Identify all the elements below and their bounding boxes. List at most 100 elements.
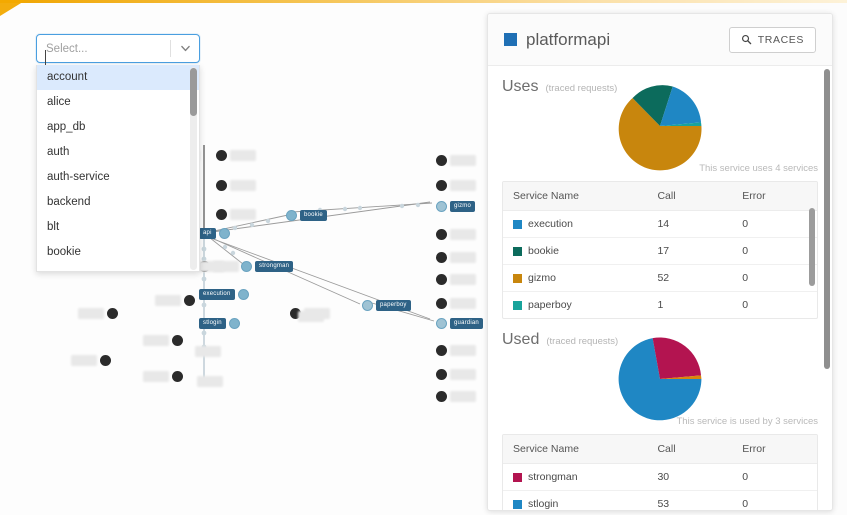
uses-caption: This service uses 4 services bbox=[699, 163, 818, 174]
used-pie-chart: This service is used by 3 services bbox=[502, 333, 819, 427]
node-dot-icon bbox=[436, 200, 447, 212]
graph-node-inactive[interactable]: ········ bbox=[436, 153, 476, 167]
node-dot-icon bbox=[172, 334, 183, 346]
select-dropdown-menu[interactable]: account alice app_db auth auth-service b… bbox=[36, 65, 200, 272]
uses-section: Uses (traced requests) This service uses… bbox=[488, 66, 832, 319]
graph-node-inactive[interactable]: ····· bbox=[284, 309, 324, 323]
graph-node-inactive[interactable]: ····· bbox=[436, 227, 476, 241]
node-dot-icon bbox=[172, 370, 183, 382]
graph-node-bookie[interactable]: bookie bbox=[286, 208, 327, 222]
graph-node-inactive[interactable]: ····· bbox=[436, 296, 476, 310]
traces-button-label: TRACES bbox=[757, 33, 804, 46]
uses-table: Service Name Call Error execution 14 0 b… bbox=[503, 182, 817, 318]
error-cell: 0 bbox=[732, 264, 817, 292]
service-swatch-icon bbox=[513, 472, 522, 482]
call-cell: 1 bbox=[657, 299, 664, 311]
graph-node-inactive[interactable]: ···· bbox=[436, 178, 476, 192]
column-service-name: Service Name bbox=[503, 182, 648, 211]
select-value-area[interactable]: Select... bbox=[37, 43, 170, 65]
select-control[interactable]: Select... bbox=[36, 34, 200, 65]
graph-node-execution[interactable]: execution bbox=[199, 287, 249, 301]
graph-node-inactive[interactable]: ······· bbox=[197, 374, 237, 388]
dropdown-scrollbar-thumb[interactable] bbox=[190, 68, 197, 116]
graph-node-inactive[interactable]: ····· bbox=[216, 207, 256, 221]
graph-node-inactive[interactable]: ···· bbox=[436, 367, 476, 381]
uses-pie-chart: This service uses 4 services bbox=[502, 80, 818, 174]
column-error: Error bbox=[732, 182, 817, 211]
chevron-down-icon[interactable] bbox=[171, 42, 199, 55]
select-option[interactable]: bookie bbox=[37, 240, 199, 265]
select-option[interactable]: app_db bbox=[37, 115, 199, 140]
graph-node-inactive[interactable]: ······· bbox=[143, 333, 183, 347]
used-caption: This service is used by 3 services bbox=[676, 416, 819, 427]
graph-node-inactive[interactable]: ······· bbox=[436, 272, 476, 286]
graph-node-inactive[interactable]: ···· bbox=[198, 259, 238, 273]
graph-node-inactive[interactable]: ···· bbox=[216, 178, 256, 192]
node-dot-icon bbox=[362, 299, 373, 311]
table-row[interactable]: bookie 17 0 bbox=[503, 237, 817, 265]
select-option[interactable]: blt bbox=[37, 215, 199, 240]
select-option[interactable]: alice bbox=[37, 90, 199, 115]
select-option[interactable]: account bbox=[37, 65, 199, 90]
column-service-name: Service Name bbox=[503, 435, 648, 464]
node-dot-icon bbox=[216, 208, 227, 220]
error-cell: 0 bbox=[732, 210, 817, 238]
node-dot-icon bbox=[436, 390, 447, 402]
uses-table-container[interactable]: Service Name Call Error execution 14 0 b… bbox=[502, 181, 818, 319]
service-swatch-icon bbox=[513, 273, 522, 283]
select-option[interactable]: auth-service bbox=[37, 165, 199, 190]
graph-node-label: api bbox=[199, 227, 216, 239]
table-row[interactable]: stlogin 53 0 bbox=[503, 491, 817, 510]
uses-table-scrollbar-thumb[interactable] bbox=[809, 208, 815, 286]
graph-node-inactive[interactable]: ··· bbox=[436, 250, 476, 264]
graph-node-stlogin[interactable]: stlogin bbox=[199, 316, 240, 330]
graph-node-inactive[interactable]: ···· bbox=[436, 343, 476, 357]
graph-node-strongman[interactable]: strongman bbox=[241, 259, 294, 273]
graph-node-inactive[interactable]: ········ bbox=[143, 369, 183, 383]
panel-scrollbar-thumb[interactable] bbox=[824, 69, 830, 369]
node-dot-icon bbox=[436, 344, 447, 356]
service-name-cell: strongman bbox=[528, 471, 578, 483]
select-option[interactable]: auth bbox=[37, 140, 199, 165]
graph-node-label: strongman bbox=[255, 260, 294, 272]
graph-node-inactive[interactable]: ····· bbox=[195, 344, 235, 358]
table-row[interactable]: gizmo 52 0 bbox=[503, 264, 817, 292]
used-table-body: strongman 30 0 stlogin 53 0 bbox=[503, 463, 817, 510]
panel-body[interactable]: Uses (traced requests) This service uses… bbox=[488, 66, 832, 510]
graph-node-inactive[interactable]: ····· bbox=[78, 306, 118, 320]
node-dot-icon bbox=[107, 307, 118, 319]
call-cell: 53 bbox=[657, 498, 670, 510]
service-select[interactable]: Select... account alice app_db auth auth… bbox=[36, 34, 200, 272]
graph-node-guardian[interactable]: guardian bbox=[436, 316, 483, 330]
graph-node-inactive[interactable]: ····· bbox=[155, 293, 195, 307]
traces-button[interactable]: TRACES bbox=[728, 26, 816, 53]
page-title: platformapi bbox=[526, 29, 611, 49]
service-name-cell: gizmo bbox=[528, 272, 557, 284]
graph-node-label: stlogin bbox=[199, 317, 226, 329]
service-name-cell: paperboy bbox=[528, 299, 572, 311]
table-row[interactable]: execution 14 0 bbox=[503, 210, 817, 238]
service-swatch-icon bbox=[513, 246, 522, 256]
corner-wedge-decoration bbox=[0, 0, 26, 16]
node-dot-icon bbox=[436, 154, 447, 166]
used-section: Used (traced requests) This service is u… bbox=[488, 319, 832, 510]
service-name-cell: execution bbox=[528, 218, 573, 230]
table-row[interactable]: paperboy 1 0 bbox=[503, 292, 817, 319]
used-table-head: Service Name Call Error bbox=[503, 435, 817, 464]
graph-node-label: bookie bbox=[300, 209, 327, 221]
select-option[interactable]: backend bbox=[37, 190, 199, 215]
graph-node-api[interactable]: api bbox=[199, 226, 230, 240]
call-cell: 52 bbox=[647, 264, 733, 292]
graph-node-inactive[interactable]: ····· bbox=[436, 389, 476, 403]
graph-node-label: paperboy bbox=[376, 299, 411, 311]
call-cell: 30 bbox=[647, 463, 733, 491]
table-row[interactable]: strongman 30 0 bbox=[503, 463, 817, 491]
search-icon bbox=[741, 34, 752, 45]
uses-table-body: execution 14 0 bookie 17 0 gizmo 52 0 pa… bbox=[503, 210, 817, 319]
graph-node-inactive[interactable]: ····· bbox=[71, 353, 111, 367]
used-table-container[interactable]: Service Name Call Error strongman 30 0 s… bbox=[502, 434, 818, 510]
graph-node-paperboy[interactable]: paperboy bbox=[362, 298, 411, 312]
graph-node-inactive[interactable]: ····· bbox=[216, 148, 256, 162]
call-cell: 14 bbox=[647, 210, 733, 238]
graph-node-gizmo[interactable]: gizmo bbox=[436, 199, 476, 213]
